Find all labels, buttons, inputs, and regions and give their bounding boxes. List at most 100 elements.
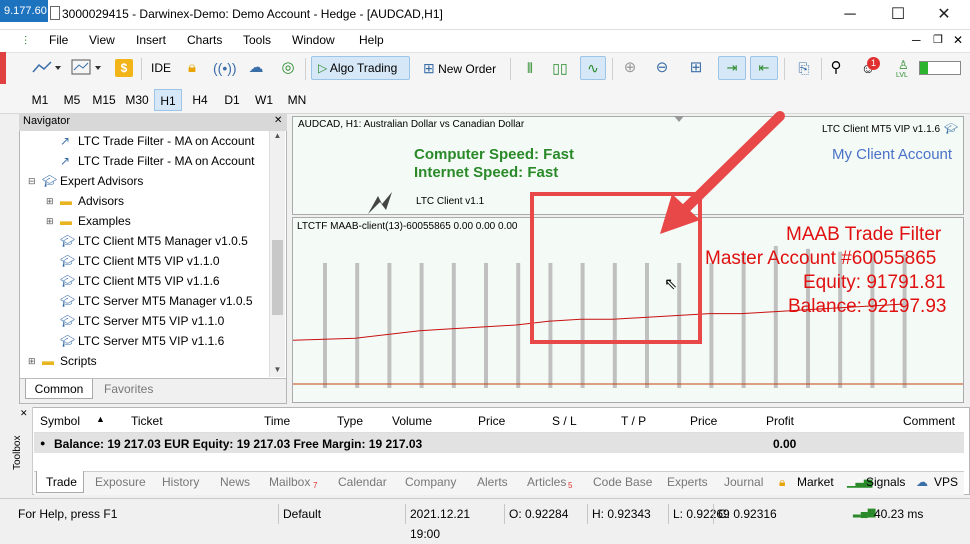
navigator-item[interactable]: ⊞ ▬ Examples — [20, 211, 268, 231]
internet-speed: Internet Speed: Fast — [414, 164, 559, 181]
navigator-item[interactable]: ⊞ ▬ Scripts — [20, 351, 268, 371]
menu-charts[interactable]: Charts — [187, 33, 222, 47]
tab-calendar[interactable]: Calendar — [338, 475, 387, 489]
tf-mn[interactable]: MN — [282, 89, 312, 111]
menu-insert[interactable]: Insert — [136, 33, 166, 47]
tf-h4[interactable]: H4 — [186, 89, 214, 111]
tab-favorites[interactable]: Favorites — [104, 382, 153, 396]
col-profit[interactable]: Profit — [766, 414, 794, 428]
status-profile[interactable]: Default — [278, 504, 402, 524]
mdi-restore-icon[interactable]: ❐ — [933, 33, 943, 46]
sort-arrow-icon[interactable]: ▲ — [96, 414, 105, 424]
chart-type-icon[interactable] — [28, 56, 64, 80]
mdi-minimize-icon[interactable]: ─ — [912, 33, 921, 47]
histogram-bar — [323, 262, 327, 388]
tab-trade[interactable]: Trade — [46, 475, 77, 489]
col-price[interactable]: Price — [478, 414, 505, 428]
ide-button[interactable]: IDE — [146, 56, 176, 80]
tf-m1[interactable]: M1 — [26, 89, 54, 111]
tf-h1[interactable]: H1 — [154, 89, 182, 111]
tab-company[interactable]: Company — [405, 475, 456, 489]
col-comment[interactable]: Comment — [903, 414, 955, 428]
tab-experts[interactable]: Experts — [667, 475, 708, 489]
market-dollar-icon[interactable]: $ — [112, 56, 136, 80]
scroll-thumb[interactable] — [272, 240, 283, 315]
navigator-close-icon[interactable]: ✕ — [274, 115, 282, 126]
navigator-item[interactable]: ↗ LTC Trade Filter - MA on Account — [20, 131, 268, 151]
col-symbol[interactable]: Symbol — [40, 414, 80, 428]
histogram-bar — [387, 262, 392, 388]
lock-icon[interactable]: 🔒︎ — [180, 56, 204, 80]
tab-journal[interactable]: Journal — [724, 475, 763, 489]
menu-tools[interactable]: Tools — [243, 33, 271, 47]
templates-icon[interactable] — [68, 56, 104, 80]
line-chart-icon[interactable]: ∿ — [580, 56, 606, 80]
navigator-item[interactable]: ⊞ ▬ Advisors — [20, 191, 268, 211]
col-time[interactable]: Time — [264, 414, 290, 428]
link-vps[interactable]: VPS — [934, 475, 958, 489]
histogram-bar — [484, 262, 488, 388]
navigator-item[interactable]: 🎓︎ LTC Server MT5 VIP v1.1.6 — [20, 331, 268, 351]
menu-window[interactable]: Window — [292, 33, 335, 47]
col-volume[interactable]: Volume — [392, 414, 432, 428]
col-sl[interactable]: S / L — [552, 414, 577, 428]
link-market[interactable]: Market — [797, 475, 834, 489]
maximize-button[interactable]: ☐ — [878, 4, 918, 26]
zoom-in-icon[interactable]: ⊕ — [618, 56, 642, 80]
chart-shift-icon[interactable]: ⇤ — [750, 56, 778, 80]
new-order-button[interactable]: ⊞ New Order — [418, 56, 504, 80]
col-tp[interactable]: T / P — [621, 414, 646, 428]
navigator-item[interactable]: ⊟ 🎓︎ Expert Advisors — [20, 171, 268, 191]
tf-m15[interactable]: M15 — [90, 89, 118, 111]
tf-w1[interactable]: W1 — [250, 89, 278, 111]
candles-icon[interactable]: ▯▯ — [548, 56, 572, 80]
expand-icon[interactable]: ⊞ — [46, 191, 54, 211]
navigator-item[interactable]: 🎓︎ LTC Server MT5 Manager v1.0.5 — [20, 291, 268, 311]
tab-exposure[interactable]: Exposure — [95, 475, 146, 489]
scroll-up-icon[interactable]: ▲ — [270, 131, 285, 140]
algo-trading-button[interactable]: ▷ Algo Trading — [311, 56, 410, 80]
scroll-down-icon[interactable]: ▼ — [270, 365, 285, 374]
navigator-item[interactable]: 🎓︎ LTC Client MT5 VIP v1.1.6 — [20, 271, 268, 291]
tab-code-base[interactable]: Code Base — [593, 475, 652, 489]
tab-mailbox[interactable]: Mailbox — [269, 475, 310, 489]
zoom-out-icon[interactable]: ⊖ — [650, 56, 674, 80]
close-button[interactable]: ✕ — [924, 4, 964, 26]
col-type[interactable]: Type — [337, 414, 363, 428]
menu-help[interactable]: Help — [359, 33, 384, 47]
tab-news[interactable]: News — [220, 475, 250, 489]
autoscroll-icon[interactable]: ⇥ — [718, 56, 746, 80]
menu-view[interactable]: View — [89, 33, 115, 47]
navigator-scrollbar[interactable]: ▲ ▼ — [269, 131, 285, 377]
navigator-item[interactable]: 🎓︎ LTC Client MT5 Manager v1.0.5 — [20, 231, 268, 251]
lvl-icon: ♙ — [898, 58, 909, 72]
chart-menu-icon[interactable]: ⫶ — [24, 34, 38, 48]
tile-windows-icon[interactable]: ⊞ — [684, 56, 708, 80]
bar-chart-icon[interactable]: ⫴ — [518, 56, 542, 80]
signal-icon[interactable]: ((•)) — [212, 56, 237, 80]
col-price-current[interactable]: Price — [690, 414, 717, 428]
cloud-icon[interactable]: ☁ — [244, 56, 268, 80]
tf-m5[interactable]: M5 — [58, 89, 86, 111]
expand-icon[interactable]: ⊞ — [46, 211, 54, 231]
toolbox-close-icon[interactable]: ✕ — [20, 408, 28, 419]
navigator-item[interactable]: 🎓︎ LTC Client MT5 VIP v1.1.0 — [20, 251, 268, 271]
tab-articles[interactable]: Articles — [527, 475, 566, 489]
screenshot-icon[interactable]: ⎘ — [792, 56, 816, 80]
mdi-close-icon[interactable]: ✕ — [953, 33, 963, 47]
navigator-item[interactable]: 🎓︎ LTC Server MT5 VIP v1.1.0 — [20, 311, 268, 331]
search-icon[interactable]: ⚲ — [826, 56, 846, 80]
col-ticket[interactable]: Ticket — [131, 414, 163, 428]
link-signals[interactable]: Signals — [866, 475, 905, 489]
tf-d1[interactable]: D1 — [218, 89, 246, 111]
tab-history[interactable]: History — [162, 475, 199, 489]
navigator-item[interactable]: ↗ LTC Trade Filter - MA on Account — [20, 151, 268, 171]
tab-alerts[interactable]: Alerts — [477, 475, 508, 489]
tab-common[interactable]: Common — [25, 379, 93, 399]
expand-icon[interactable]: ⊞ — [28, 351, 36, 371]
menu-file[interactable]: File — [49, 33, 68, 47]
minimize-button[interactable]: ─ — [830, 4, 870, 26]
vps-icon[interactable]: ◎ — [276, 56, 300, 80]
expand-icon[interactable]: ⊟ — [28, 171, 36, 191]
tf-m30[interactable]: M30 — [122, 89, 152, 111]
